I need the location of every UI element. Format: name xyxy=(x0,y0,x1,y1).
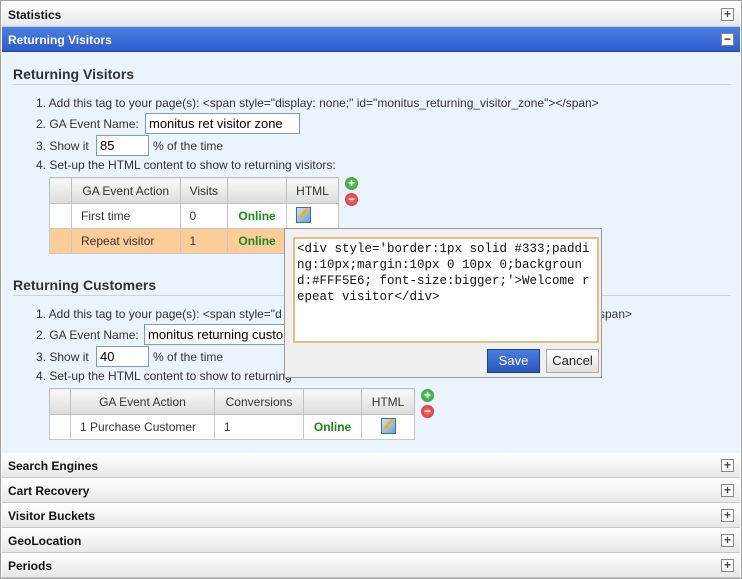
cancel-button[interactable]: Cancel xyxy=(546,349,599,373)
step-3-suffix: % of the time xyxy=(153,139,224,153)
step-4: 4. Set-up the HTML content to show to re… xyxy=(36,369,292,383)
panel-statistics[interactable]: Statistics + xyxy=(2,2,740,27)
panel-title: Periods xyxy=(8,559,53,573)
expand-icon[interactable]: + xyxy=(721,509,734,522)
expand-icon[interactable]: + xyxy=(721,8,734,21)
section-title-visitors: Returning Visitors xyxy=(13,66,731,85)
show-percent-input[interactable] xyxy=(96,346,149,367)
settings-accordion: Statistics + Returning Visitors − Returnin… xyxy=(0,0,742,579)
expand-icon[interactable]: + xyxy=(721,534,734,547)
remove-row-icon[interactable]: − xyxy=(421,405,434,418)
panel-title: Returning Visitors xyxy=(8,33,112,47)
col-html: HTML xyxy=(361,388,415,415)
step-2: 2. GA Event Name: xyxy=(36,117,139,131)
panel-returning-visitors[interactable]: Returning Visitors − xyxy=(2,27,740,52)
col-action: GA Event Action xyxy=(70,388,215,415)
table-header: GA Event Action Visits HTML xyxy=(49,177,339,204)
expand-icon[interactable]: + xyxy=(721,484,734,497)
step-3: 3. Show it xyxy=(36,139,89,153)
html-content-textarea[interactable]: <div style='border:1px solid #333;paddin… xyxy=(293,237,599,343)
step-2: 2. GA Event Name: xyxy=(36,328,139,342)
expand-icon[interactable]: + xyxy=(721,459,734,472)
panel-title: Search Engines xyxy=(8,459,99,473)
save-button[interactable]: Save xyxy=(487,349,540,373)
table-row[interactable]: First time 0 Online xyxy=(49,203,339,229)
panel-periods[interactable]: Periods + xyxy=(2,553,740,578)
panel-visitor-buckets[interactable]: Visitor Buckets + xyxy=(2,503,740,528)
status-badge: Online xyxy=(227,228,287,254)
table-row[interactable]: 1 Purchase Customer 1 Online xyxy=(49,414,415,440)
panel-search-engines[interactable]: Search Engines + xyxy=(2,453,740,478)
step-1: 1. Add this tag to your page(s): <span s… xyxy=(36,307,282,321)
status-badge: Online xyxy=(227,203,287,229)
html-editor-popup: <div style='border:1px solid #333;paddin… xyxy=(284,228,602,378)
expand-icon[interactable]: + xyxy=(721,559,734,572)
panel-cart-recovery[interactable]: Cart Recovery + xyxy=(2,478,740,503)
edit-html-icon[interactable] xyxy=(296,206,311,223)
col-visits: Visits xyxy=(179,177,229,204)
show-percent-input[interactable] xyxy=(96,135,149,156)
panel-title: Statistics xyxy=(8,8,62,22)
customers-table: GA Event Action Conversions HTML 1 Purchas… xyxy=(49,388,415,440)
step-1: 1. Add this tag to your page(s): <span s… xyxy=(36,96,599,110)
step-3-suffix: % of the time xyxy=(153,350,224,364)
col-conversions: Conversions xyxy=(213,388,305,415)
ga-event-name-input[interactable] xyxy=(144,324,304,345)
step-1-tail: span> xyxy=(599,307,633,321)
status-badge: Online xyxy=(303,414,363,440)
ga-event-name-input[interactable] xyxy=(145,113,300,134)
step-3: 3. Show it xyxy=(36,350,89,364)
remove-row-icon[interactable]: − xyxy=(345,193,358,206)
edit-html-icon[interactable] xyxy=(380,417,396,434)
panel-title: Cart Recovery xyxy=(8,484,90,498)
table-header: GA Event Action Conversions HTML xyxy=(49,388,415,415)
add-row-icon[interactable]: + xyxy=(345,177,358,190)
col-html: HTML xyxy=(286,177,339,204)
step-4: 4. Set-up the HTML content to show to re… xyxy=(36,158,336,172)
col-action: GA Event Action xyxy=(71,177,181,204)
collapse-icon[interactable]: − xyxy=(721,33,734,46)
panel-title: GeoLocation xyxy=(8,534,82,548)
panel-title: Visitor Buckets xyxy=(8,509,96,523)
panel-geolocation[interactable]: GeoLocation + xyxy=(2,528,740,553)
add-row-icon[interactable]: + xyxy=(421,389,434,402)
